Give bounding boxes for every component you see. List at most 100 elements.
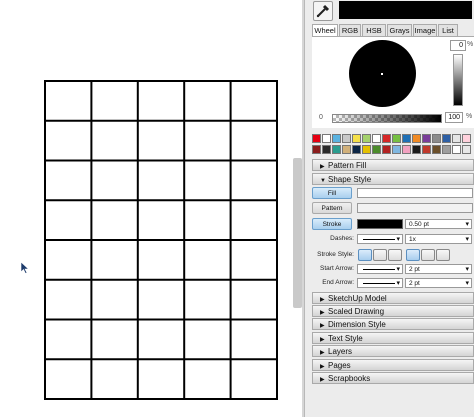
color-swatch[interactable] bbox=[332, 134, 341, 143]
panel-title: Scrapbooks bbox=[328, 374, 371, 383]
panel-title: Scaled Drawing bbox=[328, 307, 385, 316]
color-swatch[interactable] bbox=[372, 134, 381, 143]
panel-title: Text Style bbox=[328, 334, 363, 343]
fill-button[interactable]: Fill bbox=[312, 187, 352, 199]
color-swatch[interactable] bbox=[422, 134, 431, 143]
color-swatch[interactable] bbox=[322, 134, 331, 143]
dash-scale-select[interactable]: 1x bbox=[405, 234, 472, 245]
stroke-width-value: 0.50 pt bbox=[409, 221, 429, 228]
pages-header[interactable]: ▶ Pages bbox=[312, 359, 474, 371]
mouse-cursor-icon bbox=[20, 261, 30, 274]
end-arrow-size-value: 2 pt bbox=[409, 280, 420, 287]
color-swatch[interactable] bbox=[412, 134, 421, 143]
color-swatch[interactable] bbox=[402, 134, 411, 143]
text-style-header[interactable]: ▶ Text Style bbox=[312, 332, 474, 344]
color-swatch[interactable] bbox=[342, 145, 351, 154]
tab-image[interactable]: Image bbox=[413, 24, 437, 36]
color-swatch[interactable] bbox=[372, 145, 381, 154]
solid-line-icon bbox=[363, 239, 395, 240]
color-swatch[interactable] bbox=[322, 145, 331, 154]
tab-wheel[interactable]: Wheel bbox=[312, 24, 338, 36]
tab-list[interactable]: List bbox=[438, 24, 458, 36]
layers-header[interactable]: ▶ Layers bbox=[312, 345, 474, 357]
join-round-button[interactable] bbox=[421, 249, 435, 261]
dashes-label: Dashes: bbox=[330, 235, 354, 242]
color-swatch[interactable] bbox=[442, 145, 451, 154]
opacity-field[interactable]: 100 bbox=[445, 112, 463, 123]
color-swatch[interactable] bbox=[312, 145, 321, 154]
stroke-width-select[interactable]: 0.50 pt bbox=[405, 219, 472, 230]
opacity-slider[interactable] bbox=[332, 114, 442, 123]
pattern-field[interactable] bbox=[357, 203, 473, 213]
join-bevel-button[interactable] bbox=[436, 249, 450, 261]
brightness-field[interactable]: 0 bbox=[450, 40, 466, 51]
color-swatch[interactable] bbox=[452, 145, 461, 154]
cap-square-button[interactable] bbox=[388, 249, 402, 261]
cap-round-button[interactable] bbox=[373, 249, 387, 261]
cap-flat-button[interactable] bbox=[358, 249, 372, 261]
color-swatch[interactable] bbox=[452, 134, 461, 143]
pattern-button[interactable]: Pattern bbox=[312, 202, 352, 214]
dash-scale-value: 1x bbox=[409, 236, 416, 243]
panel-title: Pages bbox=[328, 361, 351, 370]
table-grid[interactable] bbox=[44, 80, 278, 400]
brightness-slider[interactable] bbox=[453, 54, 463, 106]
dash-pattern-select[interactable] bbox=[357, 234, 403, 245]
shape-style-header[interactable]: ▼ Shape Style bbox=[312, 173, 474, 185]
sketchup-model-header[interactable]: ▶ SketchUp Model bbox=[312, 292, 474, 304]
color-wheel-marker[interactable] bbox=[381, 73, 383, 75]
join-miter-button[interactable] bbox=[406, 249, 420, 261]
expanded-arrow-icon: ▼ bbox=[320, 178, 326, 184]
color-swatch[interactable] bbox=[352, 134, 361, 143]
scaled-drawing-header[interactable]: ▶ Scaled Drawing bbox=[312, 305, 474, 317]
brightness-unit: % bbox=[467, 41, 474, 48]
tab-rgb[interactable]: RGB bbox=[339, 24, 361, 36]
collapsed-arrow-icon: ▶ bbox=[320, 350, 325, 356]
tab-grays[interactable]: Grays bbox=[387, 24, 412, 36]
collapsed-arrow-icon: ▶ bbox=[320, 164, 325, 170]
color-swatch[interactable] bbox=[462, 134, 471, 143]
color-swatch[interactable] bbox=[402, 145, 411, 154]
opacity-unit: % bbox=[466, 113, 473, 120]
pattern-fill-header[interactable]: ▶ Pattern Fill bbox=[312, 159, 474, 171]
end-arrow-label: End Arrow: bbox=[322, 279, 354, 286]
start-arrow-size-select[interactable]: 2 pt bbox=[405, 264, 472, 275]
opacity-min-label: 0 bbox=[319, 114, 323, 121]
scrapbooks-header[interactable]: ▶ Scrapbooks bbox=[312, 372, 474, 384]
start-arrow-select[interactable] bbox=[357, 264, 403, 275]
color-swatch[interactable] bbox=[432, 145, 441, 154]
color-swatch[interactable] bbox=[442, 134, 451, 143]
current-color-bar[interactable] bbox=[339, 1, 472, 19]
eyedropper-icon bbox=[316, 4, 330, 18]
color-swatches bbox=[312, 134, 472, 158]
color-swatch[interactable] bbox=[312, 134, 321, 143]
color-swatch[interactable] bbox=[362, 134, 371, 143]
start-arrow-label: Start Arrow: bbox=[320, 265, 354, 272]
canvas-scrollbar[interactable] bbox=[293, 158, 302, 308]
stroke-color-well[interactable] bbox=[357, 219, 403, 229]
color-swatch[interactable] bbox=[382, 134, 391, 143]
stroke-style-label: Stroke Style: bbox=[317, 251, 354, 258]
color-swatch[interactable] bbox=[422, 145, 431, 154]
color-swatch[interactable] bbox=[432, 134, 441, 143]
color-swatch[interactable] bbox=[362, 145, 371, 154]
collapsed-arrow-icon: ▶ bbox=[320, 377, 325, 383]
line-end-icon bbox=[363, 283, 395, 284]
fill-color-field[interactable] bbox=[357, 188, 473, 198]
color-swatch[interactable] bbox=[332, 145, 341, 154]
color-swatch[interactable] bbox=[352, 145, 361, 154]
stroke-button[interactable]: Stroke bbox=[312, 218, 352, 230]
color-swatch[interactable] bbox=[382, 145, 391, 154]
end-arrow-size-select[interactable]: 2 pt bbox=[405, 278, 472, 289]
color-swatch[interactable] bbox=[412, 145, 421, 154]
panel-title: Shape Style bbox=[328, 175, 372, 184]
dimension-style-header[interactable]: ▶ Dimension Style bbox=[312, 318, 474, 330]
end-arrow-select[interactable] bbox=[357, 278, 403, 289]
color-swatch[interactable] bbox=[392, 134, 401, 143]
color-swatch[interactable] bbox=[462, 145, 471, 154]
color-swatch[interactable] bbox=[342, 134, 351, 143]
start-arrow-size-value: 2 pt bbox=[409, 266, 420, 273]
tab-hsb[interactable]: HSB bbox=[362, 24, 386, 36]
eyedropper-button[interactable] bbox=[313, 1, 333, 21]
color-swatch[interactable] bbox=[392, 145, 401, 154]
